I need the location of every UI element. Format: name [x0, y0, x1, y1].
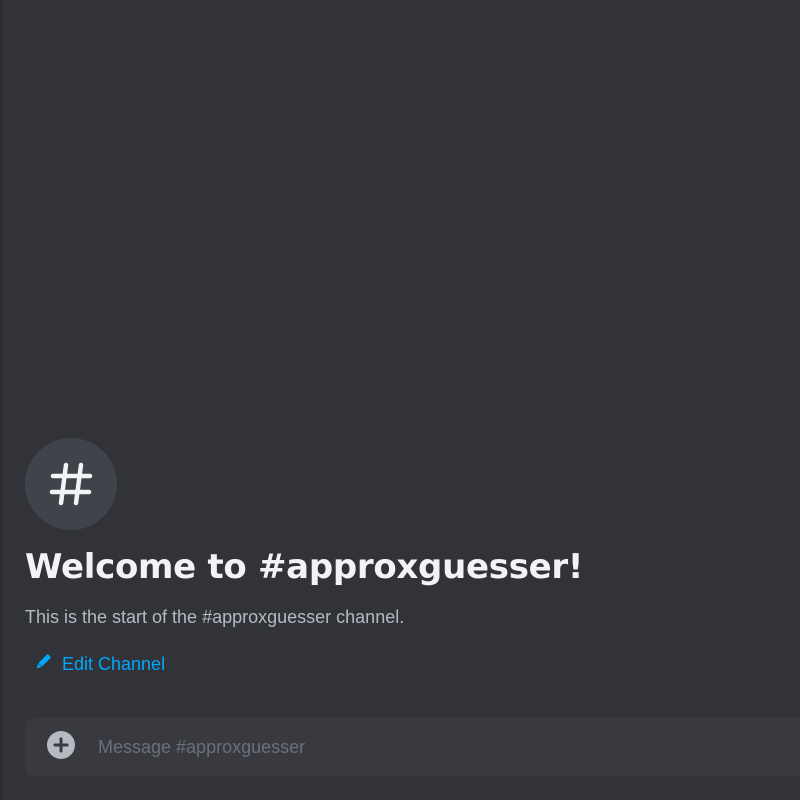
plus-circle-icon — [46, 730, 76, 764]
hash-icon — [48, 461, 94, 507]
edit-channel-label: Edit Channel — [62, 653, 166, 674]
chat-view: Welcome to #approxguesser! This is the s… — [0, 0, 800, 800]
message-input[interactable] — [98, 727, 800, 767]
welcome-subtitle: This is the start of the #approxguesser … — [25, 607, 405, 627]
message-composer — [25, 718, 800, 776]
edit-channel-button[interactable]: Edit Channel — [33, 650, 165, 678]
channel-avatar — [25, 438, 117, 530]
pencil-icon — [33, 652, 53, 676]
attach-button[interactable] — [45, 731, 77, 763]
sidebar-edge — [0, 0, 3, 800]
welcome-title: Welcome to #approxguesser! — [25, 547, 584, 587]
